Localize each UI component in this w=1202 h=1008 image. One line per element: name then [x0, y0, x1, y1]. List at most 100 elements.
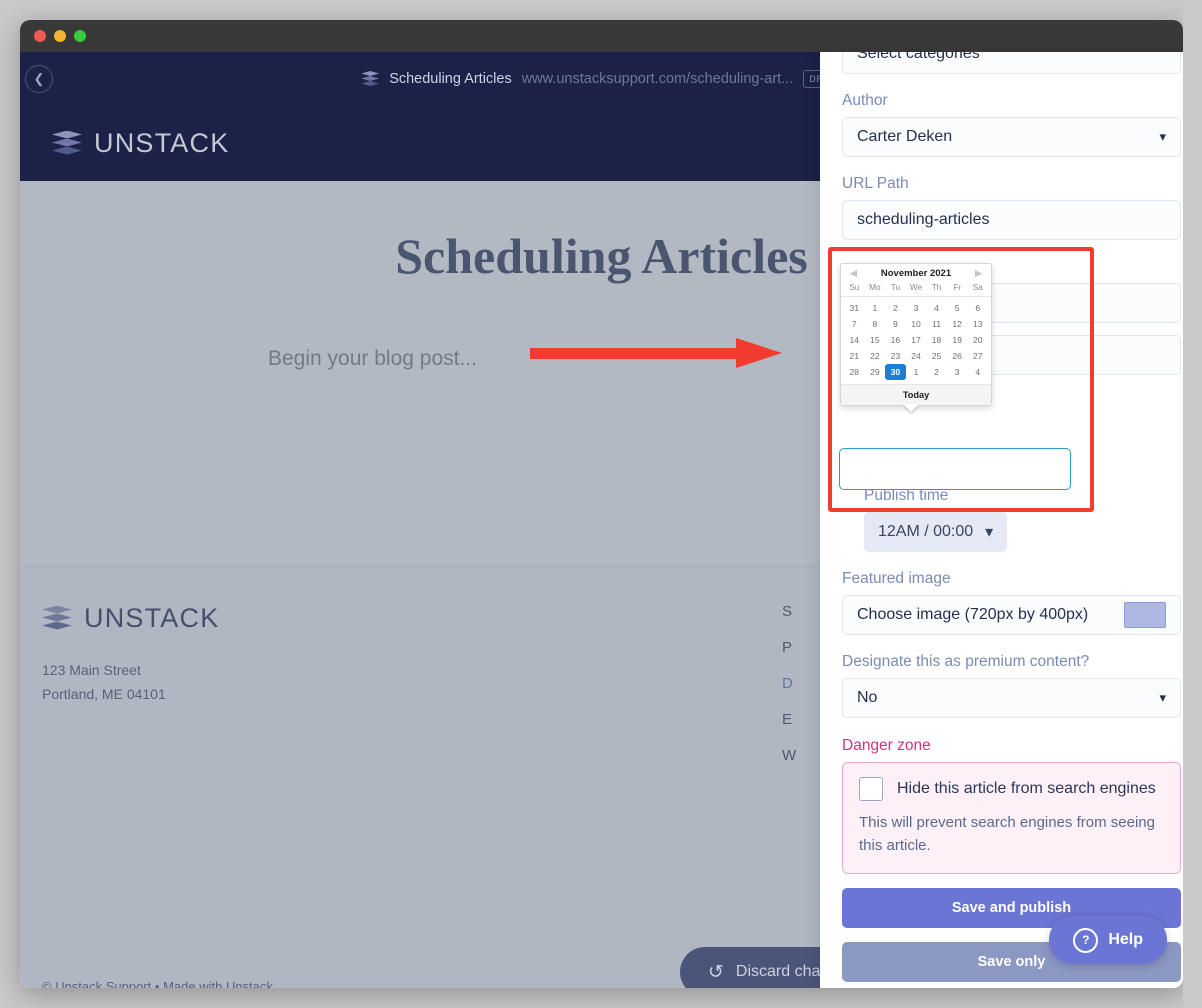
calendar-day[interactable]: 1 [865, 300, 886, 316]
categories-value: Select categories [857, 52, 980, 62]
url-path-label: URL Path [842, 175, 909, 192]
hide-from-search-row[interactable]: Hide this article from search engines [859, 777, 1164, 802]
calendar-day[interactable]: 3 [906, 300, 927, 316]
calendar-day[interactable]: 26 [947, 348, 968, 364]
calendar-weekday-row: Su Mo Tu We Th Fr Sa [841, 282, 991, 297]
hide-from-search-description: This will prevent search engines from se… [859, 814, 1155, 854]
maximize-window-button[interactable] [74, 30, 86, 42]
weekday-fr: Fr [953, 282, 962, 292]
author-field: Author Carter Deken ▾ [842, 92, 1181, 157]
calendar-day[interactable]: 8 [865, 316, 886, 332]
calendar-day[interactable]: 10 [906, 316, 927, 332]
right-arrow-annotation [530, 338, 782, 368]
chevron-down-icon: ▾ [985, 524, 994, 542]
calendar-day[interactable]: 19 [947, 332, 968, 348]
calendar-day[interactable]: 2 [926, 364, 947, 380]
calendar-day[interactable]: 12 [947, 316, 968, 332]
calendar-day[interactable]: 4 [967, 364, 988, 380]
site-brand-label: UNSTACK [94, 128, 230, 158]
calendar-day-grid[interactable]: 31 1 2 3 4 5 6 7 8 9 10 11 12 13 14 15 16 17 18 19 20 21 22 23 2… [841, 297, 991, 384]
author-label: Author [842, 92, 888, 109]
calendar-day[interactable]: 17 [906, 332, 927, 348]
calendar-day[interactable]: 22 [865, 348, 886, 364]
close-window-button[interactable] [34, 30, 46, 42]
url-path-value: scheduling-articles [857, 211, 990, 228]
publish-time-value: 12AM / 00:00 [878, 523, 974, 541]
categories-select[interactable]: Select categories [842, 52, 1181, 74]
publish-time-select[interactable]: 12AM / 00:00 ▾ [864, 512, 1008, 553]
danger-zone-box: Hide this article from search engines Th… [842, 762, 1181, 875]
url-path-input[interactable]: scheduling-articles [842, 200, 1181, 240]
unstack-stack-icon [361, 71, 380, 87]
calendar-day[interactable]: 2 [885, 300, 906, 316]
calendar-today-button[interactable]: Today [841, 384, 991, 405]
browser-window: ❮ Scheduling Articles www.unstacksupport… [20, 20, 1183, 988]
calendar-day[interactable]: 1 [906, 364, 927, 380]
calendar-day[interactable]: 3 [947, 364, 968, 380]
unstack-logo-icon [52, 130, 82, 157]
featured-image-value: Choose image (720px by 400px) [857, 606, 1089, 624]
calendar-month-label: November 2021 [880, 268, 952, 279]
weekday-tu: Tu [890, 282, 901, 292]
premium-content-field: Designate this as premium content? No ▾ [842, 653, 1181, 719]
premium-content-label: Designate this as premium content? [842, 653, 1090, 671]
publish-date-input[interactable] [839, 448, 1071, 490]
calendar-day[interactable]: 11 [926, 316, 947, 332]
calendar-day[interactable]: 29 [865, 364, 886, 380]
hide-from-search-checkbox[interactable] [859, 777, 883, 802]
premium-content-select[interactable]: No ▾ [842, 678, 1181, 719]
article-settings-panel: Select categories Author Carter Deken ▾ … [820, 52, 1183, 988]
weekday-we: We [909, 282, 923, 292]
publish-time-field: Publish time 12AM / 00:00 ▾ [842, 487, 1181, 553]
featured-image-label: Featured image [842, 570, 951, 588]
weekday-sa: Sa [972, 282, 983, 292]
calendar-day[interactable]: 5 [947, 300, 968, 316]
author-select[interactable]: Carter Deken ▾ [842, 117, 1181, 157]
calendar-day[interactable]: 28 [844, 364, 865, 380]
danger-zone-title: Danger zone [842, 737, 931, 755]
featured-image-field: Featured image Choose image (720px by 40… [842, 570, 1181, 636]
categories-field: Select categories [842, 52, 1181, 74]
calendar-day[interactable]: 25 [926, 348, 947, 364]
undo-icon: ↻ [708, 961, 724, 983]
calendar-pointer [903, 404, 919, 412]
calendar-day[interactable]: 24 [906, 348, 927, 364]
calendar-day[interactable]: 15 [865, 332, 886, 348]
calendar-day[interactable]: 18 [926, 332, 947, 348]
calendar-day[interactable]: 13 [967, 316, 988, 332]
minimize-window-button[interactable] [54, 30, 66, 42]
help-label: Help [1108, 931, 1143, 948]
calendar-day[interactable]: 23 [885, 348, 906, 364]
weekday-su: Su [849, 282, 860, 292]
hide-from-search-label: Hide this article from search engines [897, 780, 1156, 798]
premium-content-value: No [857, 689, 878, 707]
chevron-down-icon: ▾ [1159, 690, 1166, 706]
calendar-day[interactable]: 27 [967, 348, 988, 364]
chevron-down-icon: ▾ [1159, 129, 1166, 144]
featured-image-picker[interactable]: Choose image (720px by 400px) [842, 595, 1181, 636]
calendar-day[interactable]: 7 [844, 316, 865, 332]
calendar-day[interactable]: 31 [844, 300, 865, 316]
caret-left-icon[interactable]: ◀ [850, 268, 857, 279]
weekday-th: Th [931, 282, 942, 292]
calendar-header: ◀ November 2021 ▶ [841, 264, 991, 282]
calendar-day[interactable]: 4 [926, 300, 947, 316]
help-button[interactable]: ? Help [1049, 916, 1167, 964]
calendar-day[interactable]: 21 [844, 348, 865, 364]
calendar-day-selected[interactable]: 30 [885, 364, 906, 380]
calendar-day[interactable]: 6 [967, 300, 988, 316]
page-name: Scheduling Articles [389, 71, 512, 87]
window-titlebar [20, 20, 1183, 52]
question-circle-icon: ? [1073, 927, 1099, 953]
desktop-background [1183, 0, 1202, 1008]
calendar-day[interactable]: 9 [885, 316, 906, 332]
image-thumbnail[interactable] [1124, 602, 1166, 629]
calendar-day[interactable]: 14 [844, 332, 865, 348]
page-url: www.unstacksupport.com/scheduling-art... [521, 71, 794, 87]
author-value: Carter Deken [857, 128, 953, 145]
caret-right-icon[interactable]: ▶ [975, 268, 982, 279]
calendar-day[interactable]: 16 [885, 332, 906, 348]
date-picker-popup[interactable]: ◀ November 2021 ▶ Su Mo Tu We Th Fr Sa 3… [840, 263, 992, 412]
calendar-day[interactable]: 20 [967, 332, 988, 348]
site-brand[interactable]: UNSTACK [52, 128, 229, 159]
